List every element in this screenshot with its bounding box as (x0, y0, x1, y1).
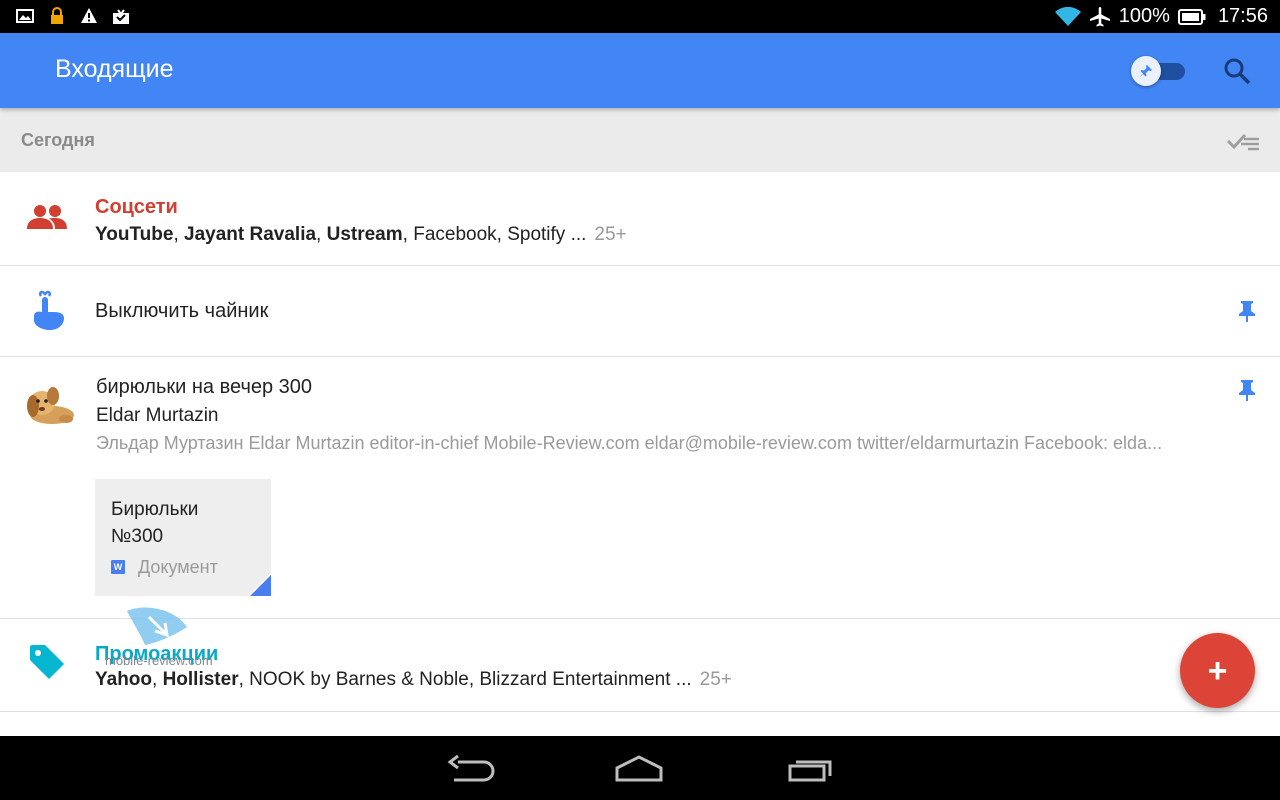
sender-list: Facebook, Spotify ... (413, 224, 587, 245)
home-icon[interactable] (614, 754, 664, 784)
pinned-icon[interactable] (1238, 300, 1256, 322)
sender-list: NOOK by Barnes & Noble, Blizzard Enterta… (249, 669, 692, 690)
bundle-senders: YouTube, Jayant Ravalia, Ustream, Facebo… (95, 224, 627, 245)
search-icon[interactable] (1222, 56, 1252, 86)
image-icon (16, 9, 34, 23)
sender-bold: Jayant Ravalia (184, 224, 317, 245)
message-row[interactable]: бирюльки на вечер 300 Eldar Murtazin Эль… (0, 357, 1280, 619)
battery-icon (1177, 8, 1206, 25)
airplane-icon (1089, 6, 1110, 26)
page-fold-icon (249, 574, 271, 596)
compose-button[interactable]: + (1180, 633, 1255, 708)
attachment-name-line2: №300 (111, 526, 164, 547)
app-bar: Входящие (0, 33, 1280, 108)
attachment-type: Документ (138, 557, 218, 577)
word-doc-icon: W (111, 560, 125, 574)
navigation-bar (0, 736, 1280, 800)
plus-icon: + (1207, 651, 1228, 690)
message-sender: Eldar Murtazin (96, 405, 219, 426)
recent-apps-icon[interactable] (786, 754, 836, 784)
sender-bold: YouTube (95, 224, 174, 245)
message-count: 25+ (594, 224, 627, 245)
people-icon (27, 205, 67, 229)
watermark-logo: mobile-review.com (100, 605, 213, 675)
message-count: 25+ (699, 669, 732, 690)
watermark-text: mobile-review.com (105, 653, 213, 668)
sweep-done-icon[interactable] (1226, 130, 1260, 152)
sender-bold: Ustream (326, 224, 403, 245)
message-snippet: Эльдар Муртазин Eldar Murtazin editor-in… (96, 433, 1163, 453)
battery-percent: 100% (1118, 5, 1170, 27)
message-subject: бирюльки на вечер 300 (96, 376, 313, 398)
tag-icon (30, 645, 64, 679)
wifi-icon (1054, 6, 1081, 26)
pinned-toggle[interactable] (1131, 56, 1187, 86)
toggle-knob (1131, 56, 1161, 86)
status-bar: 100% 17:56 (0, 0, 1280, 33)
lock-icon (51, 7, 63, 24)
bundle-title: Соцсети (95, 196, 178, 218)
inbox-screen: 100% 17:56 Входящие Сегодня Соцсети YouT… (0, 0, 1280, 800)
reminder-row[interactable]: Выключить чайник (0, 266, 1280, 357)
bundle-row-social[interactable]: Соцсети YouTube, Jayant Ravalia, Ustream… (0, 172, 1280, 266)
attachment-card[interactable]: Бирюльки №300 W Документ (95, 479, 271, 596)
watermark-mark (127, 607, 187, 645)
back-icon[interactable] (446, 754, 496, 784)
warning-icon (81, 8, 97, 23)
reminder-text: Выключить чайник (95, 300, 269, 322)
section-header: Сегодня (0, 108, 1280, 172)
attachment-name-line1: Бирюльки (111, 499, 199, 520)
pinned-icon[interactable] (1238, 379, 1256, 401)
page-title: Входящие (55, 55, 174, 83)
attachment-name: Бирюльки №300 (111, 496, 251, 550)
pin-icon (1140, 65, 1152, 77)
section-label-today: Сегодня (21, 130, 95, 150)
clock: 17:56 (1217, 5, 1268, 27)
avatar (27, 387, 74, 424)
download-icon (113, 9, 129, 24)
reminder-finger-icon (34, 290, 64, 330)
